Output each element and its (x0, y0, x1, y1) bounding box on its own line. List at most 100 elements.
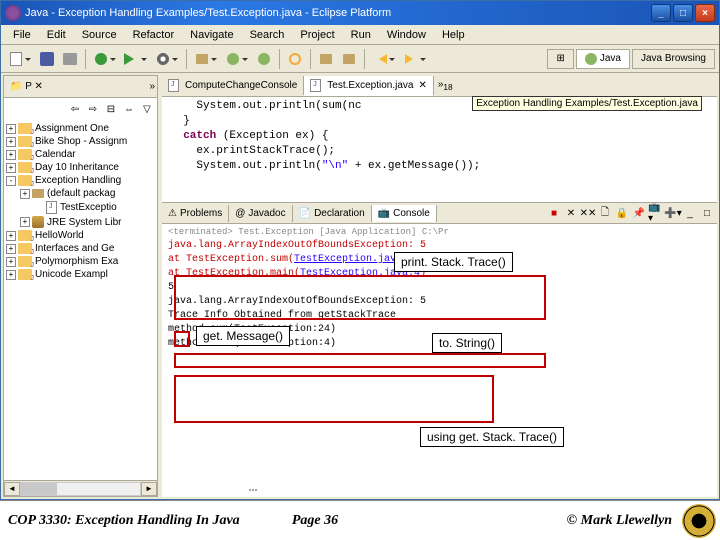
expand-icon[interactable]: + (20, 189, 30, 199)
tree-item[interactable]: +JRE System Libr (6, 215, 155, 229)
new-class-button[interactable] (222, 48, 244, 70)
tree-item[interactable]: + Interfaces and Ge (6, 242, 155, 255)
javadoc-tab[interactable]: @ Javadoc (229, 205, 292, 222)
save-button[interactable] (36, 48, 58, 70)
link-editor-button[interactable]: ⇔ (121, 101, 137, 117)
tree-item-label: (default packag (47, 188, 115, 199)
menu-source[interactable]: Source (74, 27, 125, 43)
package-explorer-tab[interactable]: 📁 P ✕ (6, 79, 47, 94)
menu-edit[interactable]: Edit (39, 27, 74, 43)
expand-icon[interactable]: + (6, 150, 16, 160)
menu-search[interactable]: Search (242, 27, 293, 43)
tree-item[interactable]: -Exception Handling (6, 174, 155, 187)
menu-navigate[interactable]: Navigate (182, 27, 241, 43)
open-console-button[interactable]: ➕▾ (665, 205, 681, 221)
maximize-button[interactable]: □ (673, 4, 693, 22)
tree-item[interactable]: + Bike Shop - Assignm (6, 135, 155, 148)
minimize-button[interactable]: _ (651, 4, 671, 22)
console-line: java.lang.ArrayIndexOutOfBoundsException… (168, 239, 711, 253)
more-tabs-indicator[interactable]: »18 (434, 79, 457, 92)
console-line: java.lang.ArrayIndexOutOfBoundsException… (168, 295, 711, 309)
horizontal-scrollbar[interactable]: ◄ ► (4, 480, 157, 496)
sash-handle[interactable] (233, 489, 273, 495)
code-editor[interactable]: System.out.println(sum(nc } catch (Excep… (162, 97, 717, 202)
callout-tostring: to. String() (432, 333, 502, 353)
project-folder-icon (18, 230, 32, 241)
editor-tab-active[interactable]: Test.Exception.java✕ (304, 76, 434, 96)
close-icon[interactable]: ✕ (418, 80, 426, 91)
tree-item[interactable]: +Calendar (6, 148, 155, 161)
menu-file[interactable]: File (5, 27, 39, 43)
java-perspective-button[interactable]: Java (576, 49, 630, 69)
remove-all-button[interactable]: ✕✕ (580, 205, 596, 221)
expand-icon[interactable]: + (6, 163, 16, 173)
project-tree[interactable]: +Assignment One+Bike Shop - Assignm+Cale… (4, 120, 157, 480)
display-console-button[interactable]: 📺▾ (648, 205, 664, 221)
problems-tab[interactable]: ⚠ Problems (162, 205, 229, 222)
java-file-icon (46, 201, 57, 214)
tree-item[interactable]: +Assignment One (6, 122, 155, 135)
console-tab[interactable]: 📺 Console (372, 205, 437, 222)
run-button[interactable] (121, 48, 143, 70)
new-package-button[interactable] (191, 48, 213, 70)
minimize-view-button[interactable]: _ (682, 205, 698, 221)
tree-item-label: Unicode Exampl (35, 269, 108, 280)
open-type-button[interactable] (253, 48, 275, 70)
footer-author: © Mark Llewellyn (388, 513, 712, 529)
back-nav-button[interactable]: ⇦ (67, 101, 83, 117)
menu-help[interactable]: Help (434, 27, 473, 43)
scroll-lock-button[interactable]: 🔒 (614, 205, 630, 221)
footer-page: Page 36 (292, 513, 338, 529)
expand-icon[interactable]: + (6, 137, 16, 147)
tree-item-label: Bike Shop - Assignm (35, 136, 127, 147)
expand-icon[interactable]: + (20, 217, 30, 227)
debug-button[interactable] (90, 48, 112, 70)
menu-refactor[interactable]: Refactor (125, 27, 183, 43)
forward-button[interactable] (400, 48, 422, 70)
java-browsing-perspective-button[interactable]: Java Browsing (632, 49, 715, 69)
toolbar-btn[interactable] (338, 48, 360, 70)
open-perspective-button[interactable]: ⊞ (547, 49, 573, 69)
tree-item-label: Interfaces and Ge (35, 243, 115, 254)
menu-window[interactable]: Window (379, 27, 434, 43)
print-button[interactable] (59, 48, 81, 70)
declaration-tab[interactable]: 📄 Declaration (293, 205, 372, 222)
expand-icon[interactable]: + (6, 257, 16, 267)
search-button[interactable] (284, 48, 306, 70)
close-button[interactable]: × (695, 4, 715, 22)
expand-icon[interactable]: + (6, 231, 16, 241)
more-tabs[interactable]: » (149, 81, 155, 92)
back-button[interactable] (369, 48, 391, 70)
tree-item[interactable]: + Unicode Exampl (6, 268, 155, 281)
expand-icon[interactable]: + (6, 270, 16, 280)
save-icon (40, 52, 54, 66)
menu-project[interactable]: Project (292, 27, 342, 43)
package-icon (196, 54, 208, 64)
tree-item[interactable]: +HelloWorld (6, 229, 155, 242)
new-button[interactable] (5, 48, 27, 70)
tree-item[interactable]: +Polymorphism Exa (6, 255, 155, 268)
tree-item[interactable]: TestExceptio (6, 200, 155, 215)
remove-launch-button[interactable]: ✕ (563, 205, 579, 221)
editor-tab[interactable]: ComputeChangeConsole (162, 76, 304, 95)
tree-item[interactable]: + (default packag (6, 187, 155, 200)
class-icon (258, 53, 270, 65)
expand-icon[interactable]: + (6, 244, 16, 254)
gear-icon (157, 53, 169, 65)
external-tools-button[interactable] (152, 48, 174, 70)
maximize-view-button[interactable]: □ (699, 205, 715, 221)
menu-run[interactable]: Run (343, 27, 379, 43)
tree-item[interactable]: + Day 10 Inheritance (6, 161, 155, 174)
arrow-left-icon (374, 54, 387, 64)
terminate-button[interactable]: ■ (546, 205, 562, 221)
view-menu-button[interactable]: ▽ (139, 101, 155, 117)
tree-item-label: Day 10 Inheritance (35, 162, 119, 173)
collapse-all-button[interactable]: ⊟ (103, 101, 119, 117)
expand-icon[interactable]: + (6, 124, 16, 134)
fwd-nav-button[interactable]: ⇨ (85, 101, 101, 117)
code-line: ex.printStackTrace(); (170, 144, 709, 159)
pin-console-button[interactable]: 📌 (631, 205, 647, 221)
clear-console-button[interactable]: 🗋 (597, 205, 613, 221)
toolbar-btn[interactable] (315, 48, 337, 70)
expand-icon[interactable]: - (6, 176, 16, 186)
